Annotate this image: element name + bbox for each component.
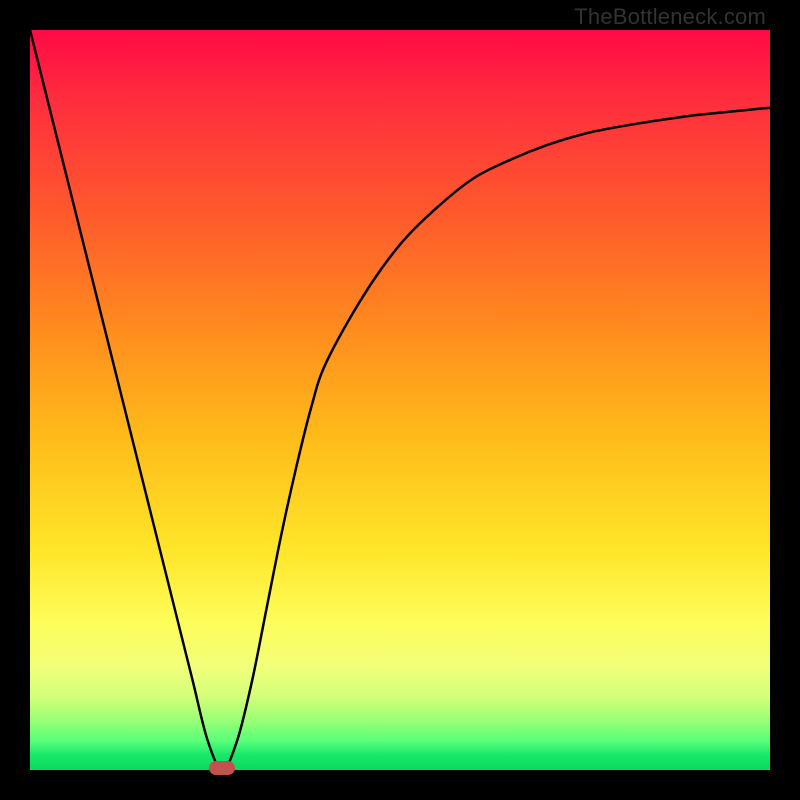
chart-frame: TheBottleneck.com bbox=[0, 0, 800, 800]
plot-area bbox=[30, 30, 770, 770]
minimum-marker bbox=[209, 761, 235, 775]
bottleneck-curve bbox=[30, 30, 770, 770]
curve-svg bbox=[30, 30, 770, 770]
watermark-text: TheBottleneck.com bbox=[574, 4, 766, 30]
